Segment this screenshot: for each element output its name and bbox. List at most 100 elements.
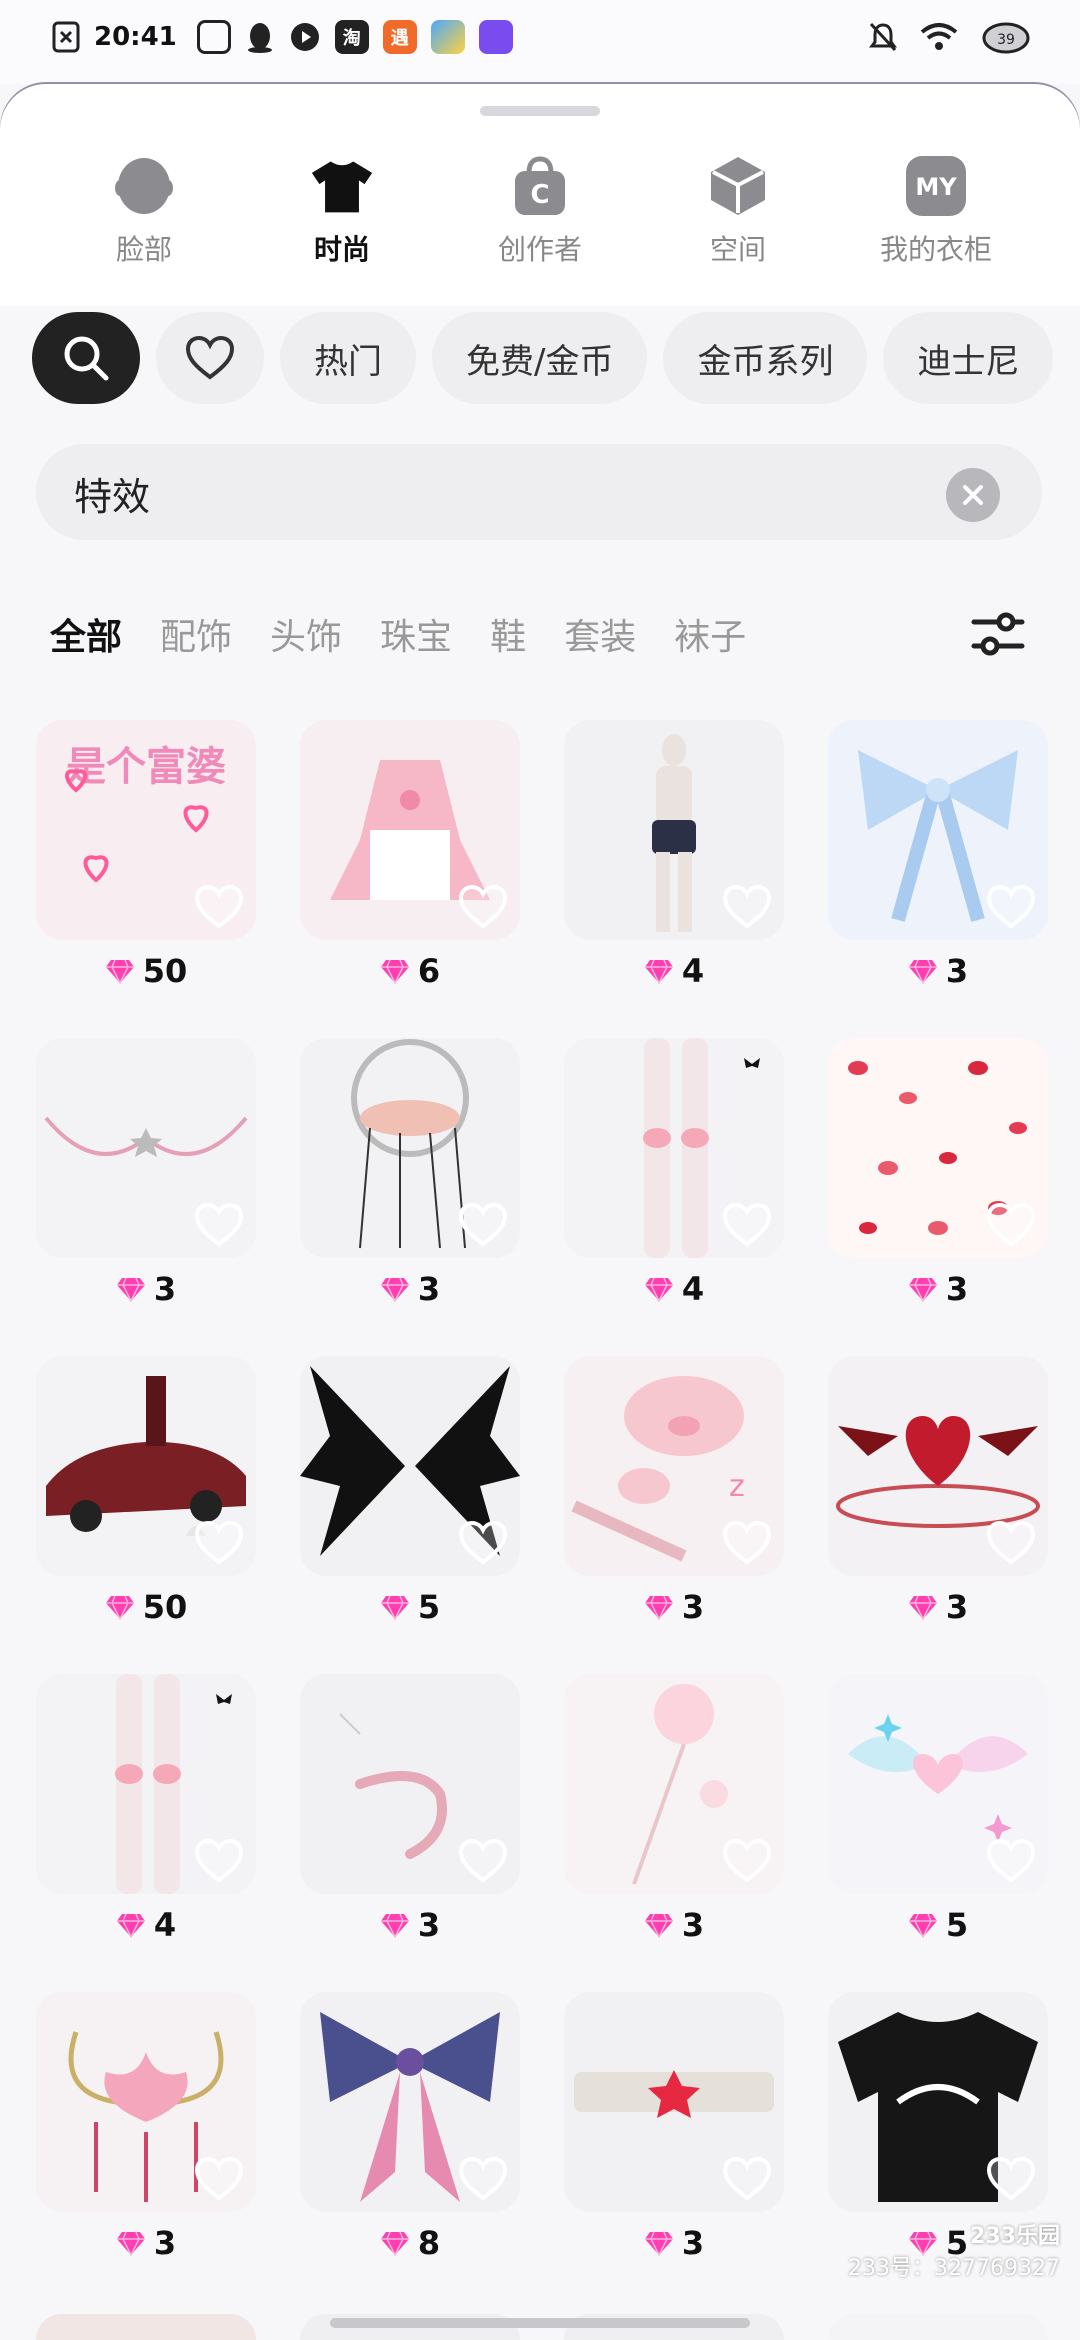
item-card[interactable]: 3 <box>564 1992 784 2292</box>
chip-hot[interactable]: 热门 <box>280 312 416 404</box>
item-card[interactable]: 3 <box>36 1038 256 1338</box>
tab-headwear[interactable]: 头饰 <box>270 608 342 660</box>
item-card[interactable]: 3 <box>300 1674 520 1974</box>
item-card[interactable]: 6 <box>300 720 520 1020</box>
favorites-chip[interactable] <box>156 312 264 404</box>
search-chip[interactable] <box>32 312 140 404</box>
item-thumbnail-black-tshirt[interactable] <box>828 1992 1048 2212</box>
nav-fashion-label: 时尚 <box>313 233 370 266</box>
nav-creator[interactable]: C 创作者 <box>470 154 610 268</box>
sheet-drag-handle[interactable] <box>480 106 600 116</box>
gem-icon <box>644 1277 673 1302</box>
favorite-heart-icon[interactable] <box>986 1202 1036 1248</box>
item-card[interactable]: 3 <box>828 1038 1048 1338</box>
favorite-heart-icon[interactable] <box>986 2156 1036 2202</box>
favorite-heart-icon[interactable] <box>194 1838 244 1884</box>
item-thumbnail-star-chain-necklace[interactable] <box>36 1038 256 1258</box>
favorite-heart-icon[interactable] <box>194 1520 244 1566</box>
mute-bell-icon <box>869 22 897 52</box>
item-thumbnail-pastel-wings-sparkles[interactable] <box>828 1674 1048 1894</box>
favorite-heart-icon[interactable] <box>722 1202 772 1248</box>
favorite-heart-icon[interactable] <box>194 1202 244 1248</box>
tab-sets[interactable]: 套装 <box>564 608 636 660</box>
item-thumbnail-pink-maid-dress[interactable] <box>300 720 520 940</box>
favorite-heart-icon[interactable] <box>722 1838 772 1884</box>
item-thumbnail-blue-bow[interactable] <box>828 720 1048 940</box>
item-thumbnail-galaxy-bow[interactable] <box>300 1992 520 2212</box>
item-thumbnail-rich-woman-text-effect[interactable]: 是个富婆 <box>36 720 256 940</box>
item-thumbnail-marionette-hand[interactable] <box>300 1038 520 1258</box>
favorite-heart-icon[interactable] <box>458 884 508 930</box>
item-price-value: 4 <box>681 1270 705 1308</box>
favorite-heart-icon[interactable] <box>458 1838 508 1884</box>
tab-shoes[interactable]: 鞋 <box>490 608 526 660</box>
nav-creator-label: 创作者 <box>497 233 582 266</box>
clear-search-button[interactable] <box>946 468 1000 522</box>
tab-socks[interactable]: 袜子 <box>674 608 746 660</box>
favorite-heart-icon[interactable] <box>986 1520 1036 1566</box>
item-card[interactable]: 3 <box>36 1992 256 2292</box>
item-card[interactable]: 4 <box>564 1038 784 1338</box>
item-price: 3 <box>36 2224 256 2262</box>
item-card[interactable]: 5 <box>828 1674 1048 1974</box>
tab-accessories[interactable]: 配饰 <box>160 608 232 660</box>
item-card[interactable]: 3 <box>828 1356 1048 1656</box>
item-card[interactable]: 4 <box>36 1674 256 1974</box>
filter-chips: 热门 免费/金币 金币系列 迪士尼 <box>32 312 1080 404</box>
item-thumbnail-pink-tail[interactable] <box>300 1674 520 1894</box>
item-card[interactable]: 8 <box>300 1992 520 2292</box>
gem-icon <box>105 959 134 984</box>
nav-fashion[interactable]: 时尚 <box>272 154 412 268</box>
item-thumbnail-lotus-crown[interactable] <box>36 1992 256 2212</box>
favorite-heart-icon[interactable] <box>194 884 244 930</box>
favorite-heart-icon[interactable] <box>458 1520 508 1566</box>
filter-settings-button[interactable] <box>968 604 1028 664</box>
item-thumbnail-star-headband[interactable] <box>564 1992 784 2212</box>
item-card[interactable]: 3 <box>300 1038 520 1338</box>
item-card[interactable]: 4 <box>564 720 784 1020</box>
nav-space[interactable]: 空间 <box>668 154 808 268</box>
item-card[interactable]: z3 <box>564 1356 784 1656</box>
chip-coin-series[interactable]: 金币系列 <box>663 312 868 404</box>
nav-face[interactable]: 脸部 <box>74 154 214 268</box>
item-thumbnail-red-sports-car[interactable] <box>36 1356 256 1576</box>
favorite-heart-icon[interactable] <box>986 884 1036 930</box>
gem-icon <box>644 2231 673 2256</box>
item-card[interactable]: 3 <box>564 1674 784 1974</box>
tab-jewelry[interactable]: 珠宝 <box>380 608 452 660</box>
battery-pig-icon: 39 <box>982 22 1030 54</box>
item-thumbnail-pink-knee-legs-2[interactable] <box>36 1674 256 1894</box>
home-indicator[interactable] <box>330 2318 750 2328</box>
item-card[interactable]: 5 <box>300 1356 520 1656</box>
shop-content: 热门 免费/金币 金币系列 迪士尼 特效 全部 配饰 头饰 珠宝 鞋 套装 袜子… <box>0 306 1080 2340</box>
tab-all[interactable]: 全部 <box>50 608 122 660</box>
item-thumbnail-winged-heart-circle[interactable] <box>828 1356 1048 1576</box>
item-thumbnail-pink-pig-stickers[interactable]: z <box>564 1356 784 1576</box>
item-card[interactable]: 是个富婆 50 <box>36 720 256 1020</box>
item-price-value: 3 <box>945 952 969 990</box>
item-card[interactable]: 50 <box>36 1356 256 1656</box>
top-navigation: 脸部 时尚 C 创作者 空间 MY 我的衣柜 <box>0 154 1080 284</box>
chip-disney[interactable]: 迪士尼 <box>883 312 1054 404</box>
favorite-heart-icon[interactable] <box>722 884 772 930</box>
item-thumbnail-pink-knee-legs[interactable] <box>564 1038 784 1258</box>
item-thumbnail-rose-petals-effect[interactable] <box>828 1038 1048 1258</box>
item-thumbnail-body-shorts-model[interactable] <box>564 720 784 940</box>
item-thumbnail-pink-wand[interactable] <box>564 1674 784 1894</box>
item-price: 5 <box>828 1906 1048 1944</box>
favorite-heart-icon[interactable] <box>458 2156 508 2202</box>
item-thumbnail-black-wings[interactable] <box>300 1356 520 1576</box>
favorite-heart-icon[interactable] <box>194 2156 244 2202</box>
gem-icon <box>105 1595 134 1620</box>
favorite-heart-icon[interactable] <box>986 1838 1036 1884</box>
favorite-heart-icon[interactable] <box>458 1202 508 1248</box>
favorite-heart-icon[interactable] <box>722 2156 772 2202</box>
search-input[interactable]: 特效 <box>36 444 1042 540</box>
chip-free-coins[interactable]: 免费/金币 <box>432 312 648 404</box>
favorite-heart-icon[interactable] <box>722 1520 772 1566</box>
nav-my-wardrobe[interactable]: MY 我的衣柜 <box>866 154 1006 268</box>
space-cube-icon <box>711 157 765 215</box>
item-card[interactable]: 3 <box>828 720 1048 1020</box>
qq-icon <box>247 23 272 53</box>
item-price-value: 3 <box>681 1906 705 1944</box>
